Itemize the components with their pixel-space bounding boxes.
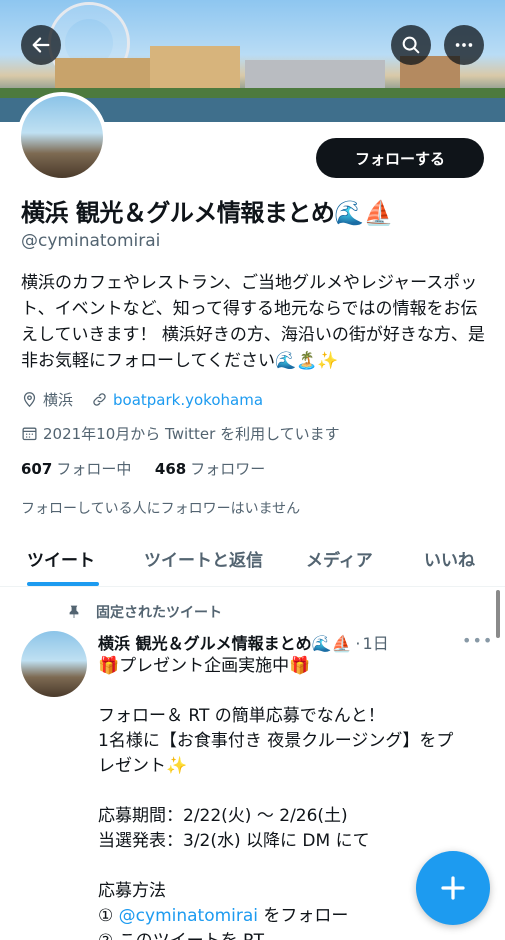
follow-button[interactable]: フォローする <box>316 138 484 178</box>
tweet-line: ② このツイートを RT <box>98 929 493 940</box>
active-tab-indicator <box>27 582 99 586</box>
tweet-line <box>98 679 493 704</box>
calendar-icon <box>22 427 37 441</box>
building-shape <box>150 46 240 94</box>
separator-dot: · <box>355 634 361 653</box>
followers-label: フォロワー <box>190 460 266 478</box>
step-number: ① <box>98 906 119 926</box>
followers-link[interactable]: 468 フォロワー <box>155 460 265 478</box>
tweet-time[interactable]: 1日 <box>363 630 389 654</box>
tweet-line: 1名様に【お食事付き 夜景クルージング】をプ <box>98 731 454 751</box>
more-horizontal-icon <box>455 43 473 47</box>
tweet-line: レゼント✨ <box>98 756 188 776</box>
tweet-more-icon[interactable]: ••• <box>462 631 493 650</box>
tweet-header: 横浜 観光＆グルメ情報まとめ🌊⛵ · 1日 <box>98 630 389 654</box>
following-link[interactable]: 607 フォロー中 <box>21 460 131 478</box>
mention-suffix: をフォロー <box>258 906 349 926</box>
arrow-left-icon <box>32 37 50 53</box>
profile-name: 横浜 観光＆グルメ情報まとめ🌊⛵ <box>21 199 394 227</box>
more-button[interactable] <box>444 25 484 65</box>
tweet-line: 🎁プレゼント企画実施中🎁 <box>98 656 311 676</box>
tweet-line: フォロー＆ RT の簡単応募でなんと！ <box>98 706 385 726</box>
following-count: 607 <box>21 460 53 478</box>
profile-avatar[interactable] <box>17 92 107 182</box>
profile-bio: 横浜のカフェやレストラン、ご当地グルメやレジャースポット、イベントなど、知って得… <box>21 273 485 371</box>
following-label: フォロー中 <box>56 460 132 478</box>
tweet-author-name[interactable]: 横浜 観光＆グルメ情報まとめ🌊⛵ <box>98 630 351 654</box>
tweet-line: 応募期間：2/22(火) 〜 2/26(土) <box>98 806 348 826</box>
pin-icon <box>69 605 79 618</box>
plus-icon <box>441 876 465 900</box>
search-button[interactable] <box>391 25 431 65</box>
pinned-label-row: 固定されたツイート <box>66 602 222 622</box>
tab-tweets-replies[interactable]: ツイートと返信 <box>144 546 263 571</box>
profile-handle: @cyminatomirai <box>21 231 161 251</box>
pinned-label: 固定されたツイート <box>96 605 222 621</box>
search-icon <box>402 36 420 54</box>
location-pin-icon <box>23 392 36 408</box>
tab-tweets[interactable]: ツイート <box>27 546 95 571</box>
link-icon <box>93 393 106 406</box>
profile-meta-row: 横浜 boatpark.yokohama <box>21 389 263 410</box>
website-link[interactable]: boatpark.yokohama <box>113 391 263 409</box>
tweet-avatar[interactable] <box>21 631 87 697</box>
location-text: 横浜 <box>43 391 74 409</box>
follow-counts: 607 フォロー中 468 フォロワー <box>21 458 265 479</box>
back-button[interactable] <box>21 25 61 65</box>
followers-count: 468 <box>154 460 187 478</box>
tweet-mention-link[interactable]: @cyminatomirai <box>119 906 258 926</box>
tab-likes[interactable]: いいね <box>424 546 475 571</box>
mutual-followers-note: フォローしている人にフォロワーはいません <box>21 501 301 517</box>
tweet-line: 当選発表：3/2(水) 以降に DM にて <box>98 831 370 851</box>
joined-row: 2021年10月から Twitter を利用しています <box>21 423 340 444</box>
compose-tweet-button[interactable] <box>416 851 490 925</box>
tweet-line <box>98 779 493 804</box>
tab-media[interactable]: メディア <box>306 546 373 571</box>
scrollbar[interactable] <box>496 590 500 638</box>
profile-tabs: ツイート ツイートと返信 メディア いいね <box>0 530 505 587</box>
joined-text: 2021年10月から Twitter を利用しています <box>43 425 340 443</box>
